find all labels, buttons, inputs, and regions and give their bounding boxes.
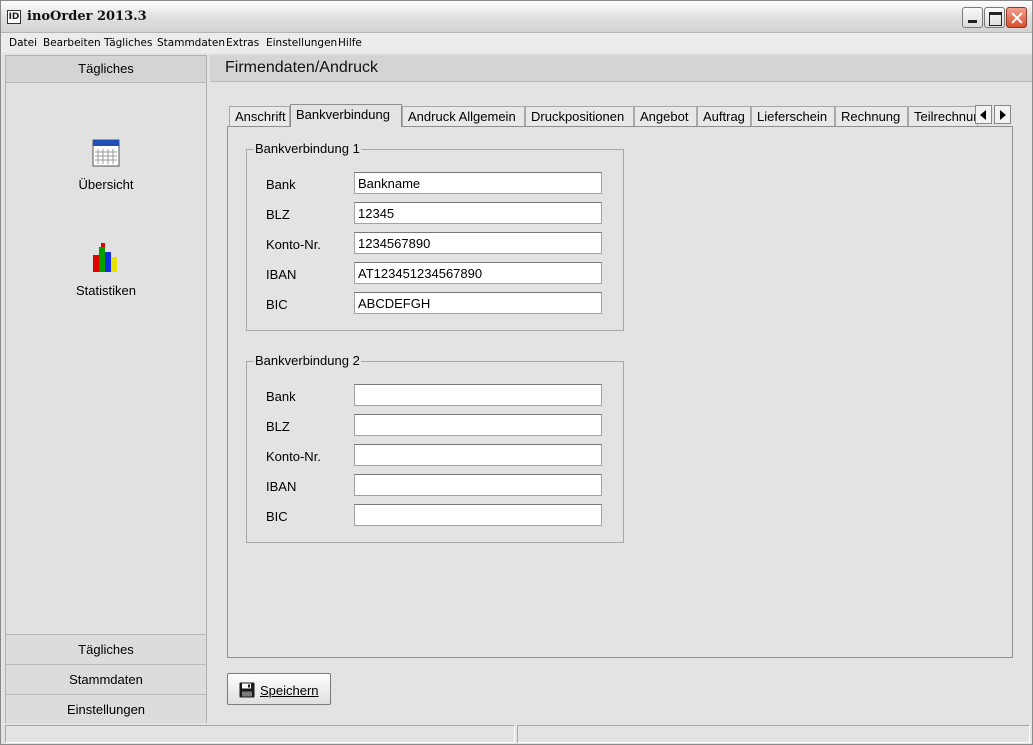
tab-strip: Anschrift Bankverbindung Andruck Allgeme…: [229, 104, 1013, 127]
bank-1-blz-input[interactable]: [354, 202, 602, 224]
bank-group-1: Bankverbindung 1 Bank BLZ Konto-Nr. IBAN…: [246, 141, 624, 331]
bar-chart-icon: [93, 243, 117, 272]
iban-label: IBAN: [266, 267, 297, 282]
bank-2-blz-input[interactable]: [354, 414, 602, 436]
minimize-button[interactable]: [962, 7, 983, 28]
status-panel-left: [5, 725, 515, 743]
bank-1-bic-input[interactable]: [354, 292, 602, 314]
bank-2-name-input[interactable]: [354, 384, 602, 406]
page-header: Firmendaten/Andruck: [210, 55, 1032, 82]
main-window: ID inoOrder 2013.3 Datei Bearbeiten Tägl…: [0, 0, 1033, 745]
navigation-sidebar: Tägliches Übersicht Statistiken Tägliche…: [5, 55, 207, 724]
sidebar-section-stammdaten[interactable]: Stammdaten: [6, 664, 206, 694]
save-button-label: Speichern: [260, 683, 319, 698]
bank-label: Bank: [266, 177, 296, 192]
bank-2-iban-input[interactable]: [354, 474, 602, 496]
tab-andruck-allgemein[interactable]: Andruck Allgemein: [402, 106, 525, 127]
tab-rechnung[interactable]: Rechnung: [835, 106, 908, 127]
menu-datei[interactable]: Datei: [9, 37, 37, 49]
sidebar-section-taegliches[interactable]: Tägliches: [6, 634, 206, 664]
bank-group-2: Bankverbindung 2 Bank BLZ Konto-Nr. IBAN…: [246, 353, 624, 543]
bank-1-iban-input[interactable]: [354, 262, 602, 284]
menu-extras[interactable]: Extras: [226, 37, 259, 49]
tab-scroll-right-button[interactable]: [994, 105, 1011, 124]
bic-label: BIC: [266, 297, 288, 312]
calendar-icon: [92, 139, 120, 167]
bank-label: Bank: [266, 389, 296, 404]
tab-druckpositionen[interactable]: Druckpositionen: [525, 106, 634, 127]
sidebar-tile-statistiken[interactable]: Statistiken: [6, 243, 206, 298]
menu-einstellungen[interactable]: Einstellungen: [266, 37, 337, 49]
save-button[interactable]: Speichern: [227, 673, 331, 705]
tab-angebot[interactable]: Angebot: [634, 106, 697, 127]
bank-1-konto-input[interactable]: [354, 232, 602, 254]
menu-bar: Datei Bearbeiten Tägliches Stammdaten Ex…: [1, 33, 1032, 53]
bank-2-konto-input[interactable]: [354, 444, 602, 466]
konto-label: Konto-Nr.: [266, 237, 321, 252]
page-title: Firmendaten/Andruck: [225, 59, 378, 76]
status-bar: [1, 723, 1032, 744]
menu-hilfe[interactable]: Hilfe: [338, 37, 362, 49]
tab-auftrag[interactable]: Auftrag: [697, 106, 751, 127]
menu-stammdaten[interactable]: Stammdaten: [157, 37, 225, 49]
status-panel-right: [517, 725, 1030, 743]
sidebar-tile-uebersicht[interactable]: Übersicht: [6, 139, 206, 192]
blz-label: BLZ: [266, 419, 290, 434]
bank-2-bic-input[interactable]: [354, 504, 602, 526]
bank-1-name-input[interactable]: [354, 172, 602, 194]
sidebar-header: Tägliches: [6, 56, 206, 83]
app-icon[interactable]: ID: [7, 10, 21, 24]
close-button[interactable]: [1006, 7, 1027, 28]
blz-label: BLZ: [266, 207, 290, 222]
title-bar[interactable]: ID inoOrder 2013.3: [1, 1, 1032, 33]
iban-label: IBAN: [266, 479, 297, 494]
sidebar-tile-label: Übersicht: [78, 177, 134, 192]
bank-group-1-legend: Bankverbindung 1: [254, 141, 361, 156]
tab-panel-bankverbindung: Bankverbindung 1 Bank BLZ Konto-Nr. IBAN…: [227, 126, 1013, 658]
tab-lieferschein[interactable]: Lieferschein: [751, 106, 835, 127]
sidebar-tile-label: Statistiken: [76, 283, 136, 298]
floppy-disk-icon: [239, 682, 255, 698]
tab-bankverbindung[interactable]: Bankverbindung: [290, 104, 402, 127]
tab-scroll-left-button[interactable]: [975, 105, 992, 124]
tab-anschrift[interactable]: Anschrift: [229, 106, 290, 127]
konto-label: Konto-Nr.: [266, 449, 321, 464]
maximize-button[interactable]: [984, 7, 1005, 28]
bank-group-2-legend: Bankverbindung 2: [254, 353, 361, 368]
window-title: inoOrder 2013.3: [27, 9, 147, 24]
tab-teilrechnung[interactable]: Teilrechnung: [908, 106, 978, 127]
bic-label: BIC: [266, 509, 288, 524]
menu-taegliches[interactable]: Tägliches: [104, 37, 152, 49]
menu-bearbeiten[interactable]: Bearbeiten: [43, 37, 101, 49]
sidebar-section-einstellungen[interactable]: Einstellungen: [6, 694, 206, 724]
